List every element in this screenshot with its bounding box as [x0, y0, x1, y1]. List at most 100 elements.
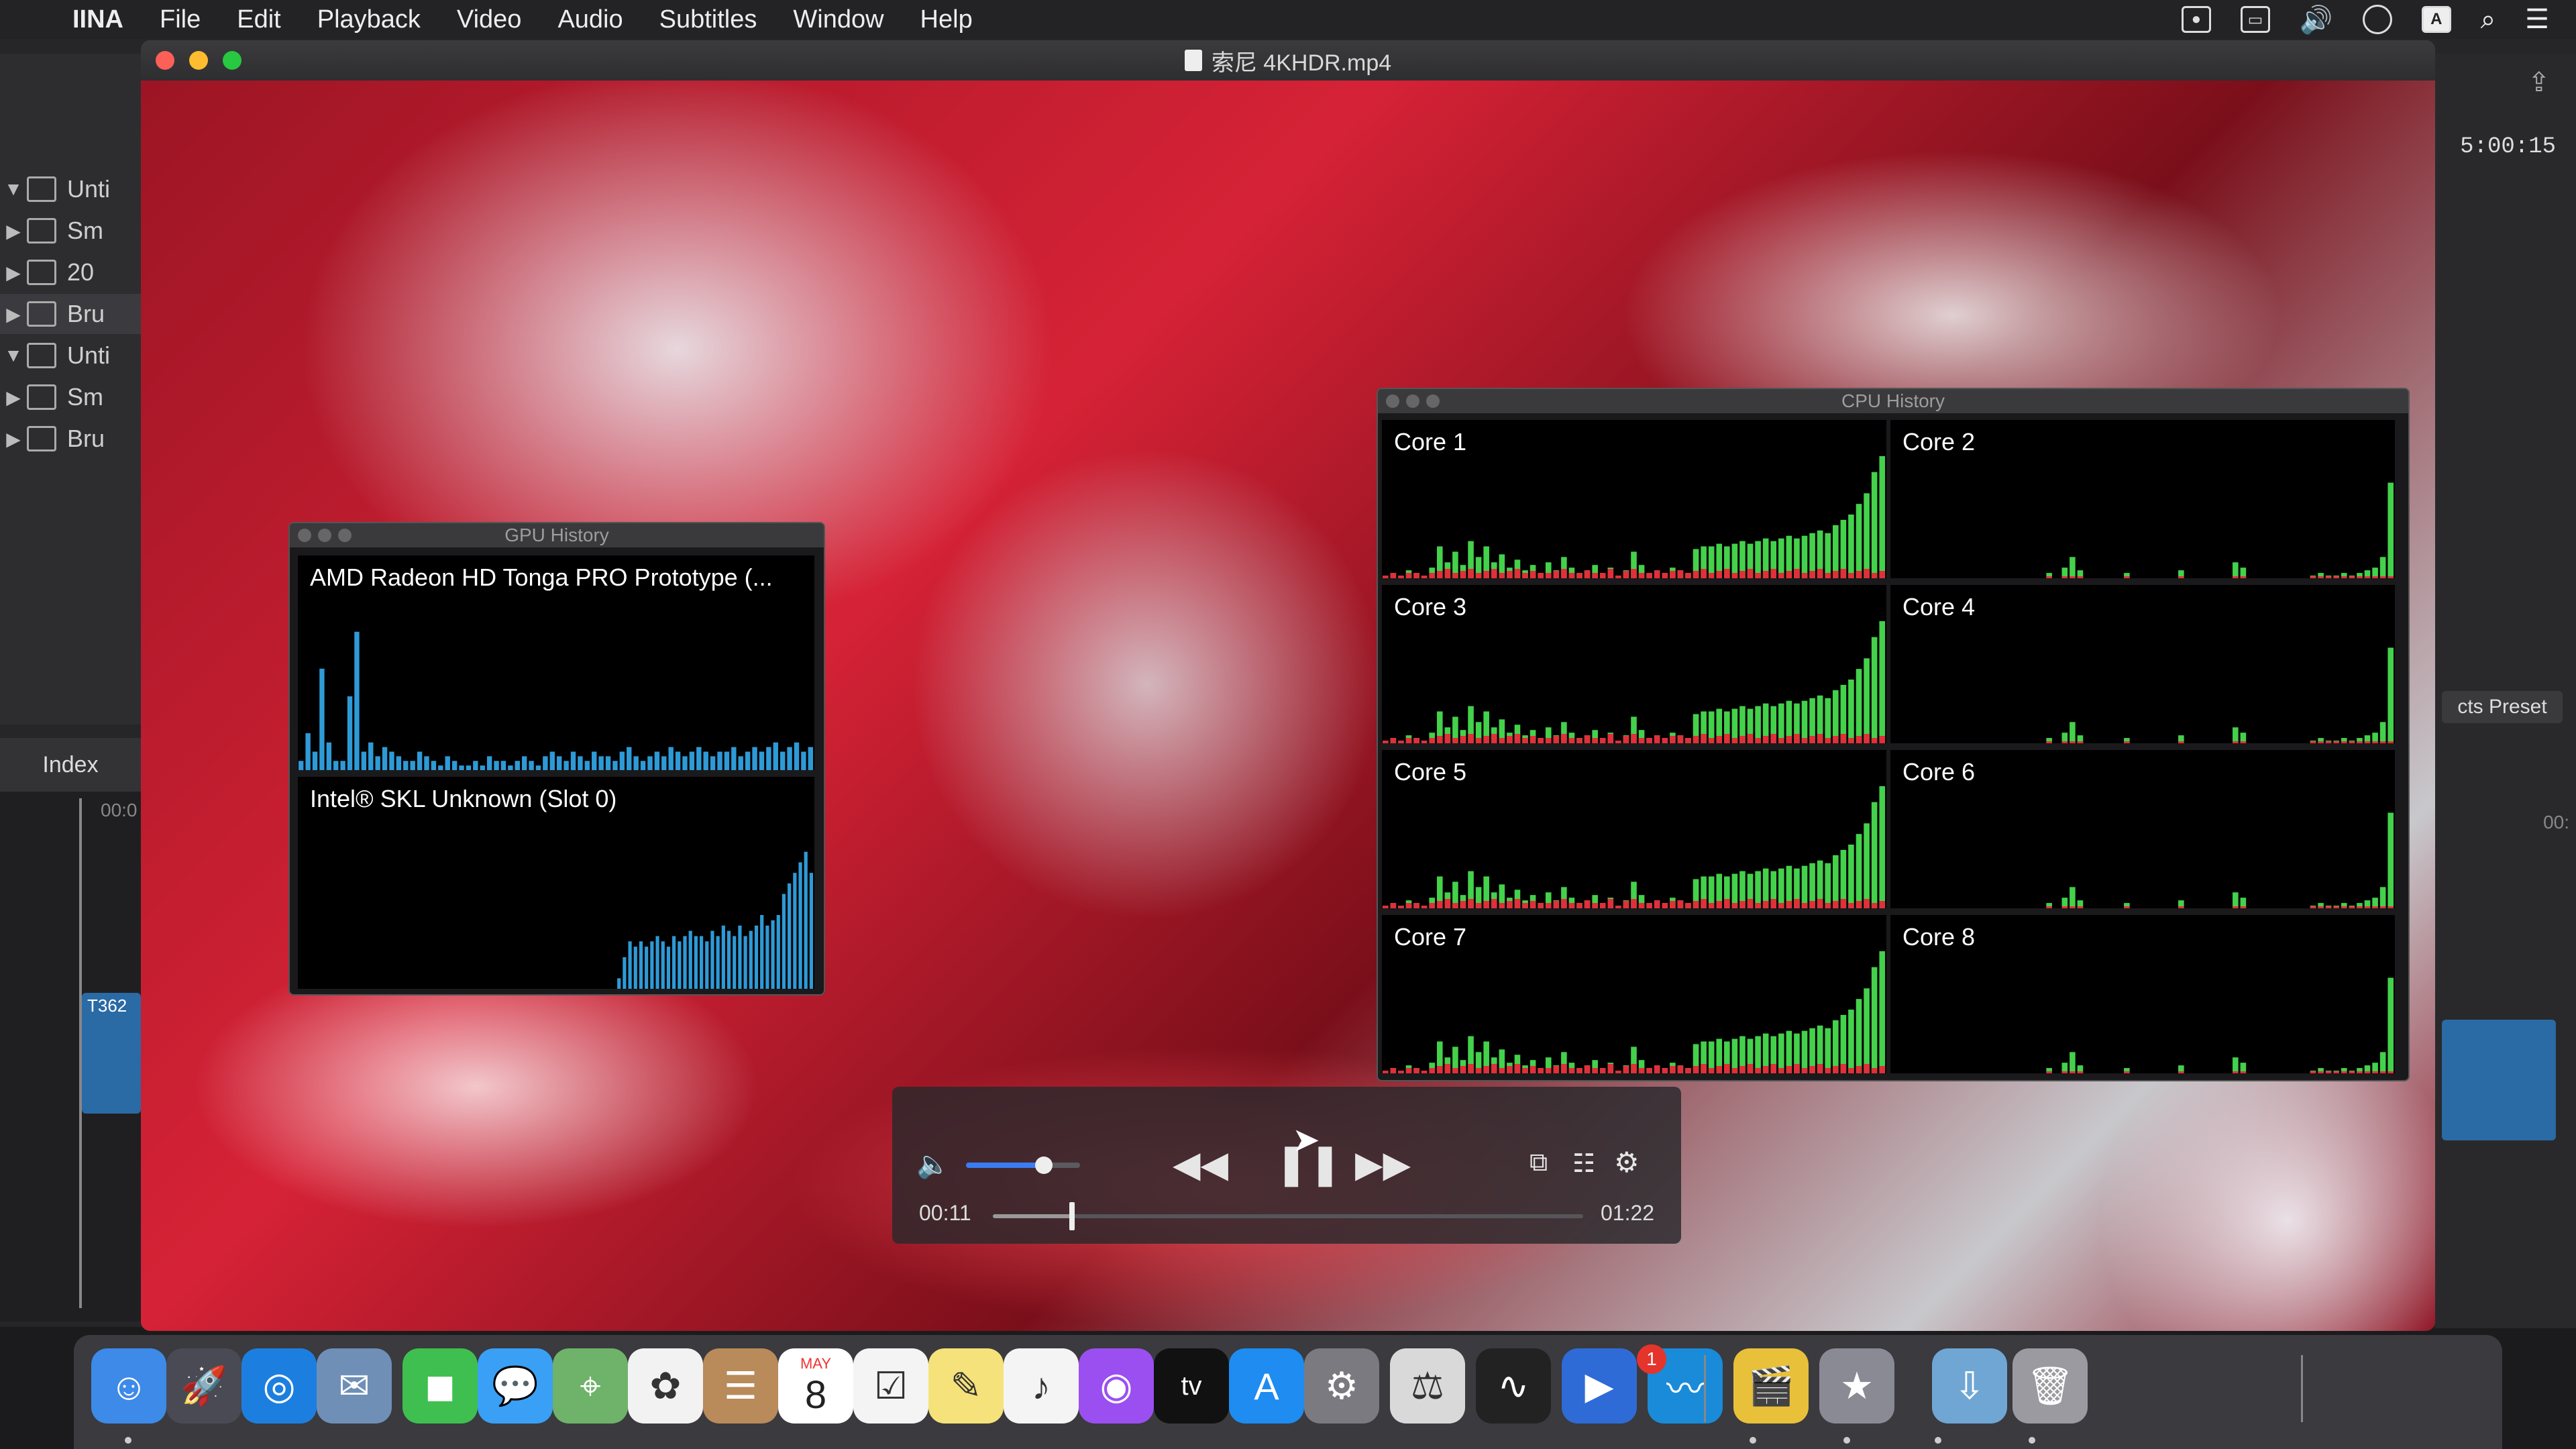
zoom-window-button[interactable]: [1426, 394, 1440, 408]
cpu-system-bar: [1801, 903, 1808, 908]
cpu-system-bar: [1646, 738, 1652, 743]
instruments-icon[interactable]: ⚖: [1390, 1348, 1465, 1424]
disclosure-triangle-icon[interactable]: ▶: [0, 428, 27, 450]
timeline-clip-right[interactable]: [2442, 1020, 2556, 1140]
disclosure-triangle-icon[interactable]: ▶: [0, 220, 27, 242]
library-row[interactable]: ▶ Sm: [0, 211, 141, 251]
settings-gear-icon[interactable]: ⚙: [1614, 1146, 1640, 1179]
cpu-user-bar: [1801, 865, 1808, 908]
cpu-system-bar: [2379, 1071, 2386, 1073]
cpu-system-bar: [1522, 573, 1528, 578]
menu-help[interactable]: Help: [920, 5, 973, 34]
library-row[interactable]: ▼ Unti: [0, 169, 141, 209]
close-window-button[interactable]: [1386, 394, 1399, 408]
rewind-button[interactable]: ◀◀: [1173, 1143, 1228, 1185]
library-row[interactable]: ▶ 20: [0, 252, 141, 292]
activity-monitor-icon[interactable]: ∿: [1476, 1348, 1551, 1424]
cpu-history-title: CPU History: [1841, 390, 1945, 411]
cpu-system-bar: [1436, 1066, 1443, 1073]
reminders-icon[interactable]: ☑: [853, 1348, 928, 1424]
volume-knob[interactable]: [1034, 1157, 1053, 1174]
mail-icon[interactable]: ✉: [317, 1348, 392, 1424]
facetime-icon[interactable]: ◼: [402, 1348, 478, 1424]
minimize-window-button[interactable]: [318, 529, 331, 542]
cpu-system-bar: [1685, 903, 1691, 908]
music-icon[interactable]: ♪: [1004, 1348, 1079, 1424]
disclosure-triangle-icon[interactable]: ▶: [0, 386, 27, 409]
system-preferences-icon[interactable]: ⚙: [1304, 1348, 1379, 1424]
notification-center-icon[interactable]: ☰: [2525, 4, 2549, 35]
disclosure-triangle-icon[interactable]: ▼: [0, 178, 27, 200]
volume-slider[interactable]: [966, 1157, 1080, 1174]
spotlight-search-icon[interactable]: ⌕: [2481, 5, 2496, 35]
cpu-system-bar: [1670, 571, 1676, 578]
seek-knob[interactable]: [1069, 1202, 1075, 1230]
volume-icon[interactable]: 🔈: [916, 1148, 950, 1180]
menu-video[interactable]: Video: [457, 5, 522, 34]
input-source-icon[interactable]: A: [2421, 6, 2451, 33]
menu-subtitles[interactable]: Subtitles: [659, 5, 757, 34]
volume-icon[interactable]: 🔊: [2300, 4, 2333, 36]
picture-in-picture-icon[interactable]: ⧉: [1529, 1148, 1548, 1177]
finder-icon[interactable]: ☺: [91, 1348, 166, 1424]
maps-icon[interactable]: ⌖: [553, 1348, 628, 1424]
photos-icon[interactable]: ✿: [628, 1348, 703, 1424]
display-mirroring-icon[interactable]: ▭: [2240, 6, 2270, 33]
disclosure-triangle-icon[interactable]: ▶: [0, 262, 27, 284]
timeline-clip[interactable]: T362: [82, 993, 141, 1114]
seek-slider[interactable]: [993, 1202, 1583, 1230]
zoom-window-button[interactable]: [338, 529, 352, 542]
app-store-icon[interactable]: A: [1229, 1348, 1304, 1424]
cpu-system-bar: [1529, 901, 1536, 908]
downloads-folder-icon[interactable]: ⇩: [1932, 1348, 2007, 1424]
menu-app-name[interactable]: IINA: [72, 5, 123, 34]
playlist-icon[interactable]: ☷: [1572, 1148, 1595, 1179]
gpu-usage-bar: [689, 751, 695, 770]
messages-icon[interactable]: 💬: [478, 1348, 553, 1424]
library-row[interactable]: ▶ Sm: [0, 377, 141, 417]
library-row[interactable]: ▼ Unti: [0, 335, 141, 376]
disclosure-triangle-icon[interactable]: ▶: [0, 303, 27, 325]
minimize-window-button[interactable]: [189, 51, 208, 70]
menu-file[interactable]: File: [160, 5, 201, 34]
podcasts-icon[interactable]: ◉: [1079, 1348, 1154, 1424]
cpu-system-bar: [1444, 734, 1451, 743]
calendar-icon[interactable]: MAY 8: [778, 1348, 853, 1424]
effects-preset-button[interactable]: cts Preset: [2442, 691, 2563, 723]
tv-icon[interactable]: tv: [1154, 1348, 1229, 1424]
cpu-system-bar: [1452, 1068, 1458, 1073]
minimize-window-button[interactable]: [1406, 394, 1419, 408]
contacts-icon[interactable]: ☰: [703, 1348, 778, 1424]
timeline-index-tab[interactable]: Index: [0, 738, 141, 792]
share-icon[interactable]: ⇪: [2528, 67, 2551, 98]
gpu-usage-bar: [305, 733, 311, 770]
zoom-window-button[interactable]: [223, 51, 241, 70]
menu-edit[interactable]: Edit: [237, 5, 280, 34]
launchpad-icon[interactable]: 🚀: [166, 1348, 241, 1424]
cpu-system-bar: [1538, 573, 1544, 578]
trash-icon[interactable]: 🗑: [2012, 1348, 2088, 1424]
clock-icon[interactable]: [2362, 5, 2392, 34]
cpu-user-bar: [2070, 722, 2076, 743]
screen-record-icon[interactable]: ●: [2181, 6, 2211, 33]
current-time: 00:11: [919, 1201, 971, 1225]
menu-playback[interactable]: Playback: [317, 5, 421, 34]
final-cut-icon[interactable]: 🎬: [1733, 1348, 1809, 1424]
library-row[interactable]: ▶ Bru: [0, 419, 141, 459]
cpu-system-bar: [1801, 573, 1808, 578]
notes-icon[interactable]: ✎: [928, 1348, 1004, 1424]
iina-icon[interactable]: ▶: [1562, 1348, 1637, 1424]
close-window-button[interactable]: [156, 51, 174, 70]
fast-forward-button[interactable]: ▶▶: [1355, 1143, 1411, 1185]
cpu-system-bar: [2341, 906, 2347, 908]
cpu-system-bar: [1747, 569, 1754, 578]
motion-icon[interactable]: ★: [1819, 1348, 1894, 1424]
menu-audio[interactable]: Audio: [557, 5, 623, 34]
close-window-button[interactable]: [298, 529, 311, 542]
menu-window[interactable]: Window: [793, 5, 883, 34]
safari-icon[interactable]: ◎: [241, 1348, 317, 1424]
disclosure-triangle-icon[interactable]: ▼: [0, 345, 27, 366]
cpu-system-bar: [1615, 576, 1621, 578]
cpu-system-bar: [1724, 899, 1730, 908]
library-row[interactable]: ▶ Bru: [0, 294, 141, 334]
